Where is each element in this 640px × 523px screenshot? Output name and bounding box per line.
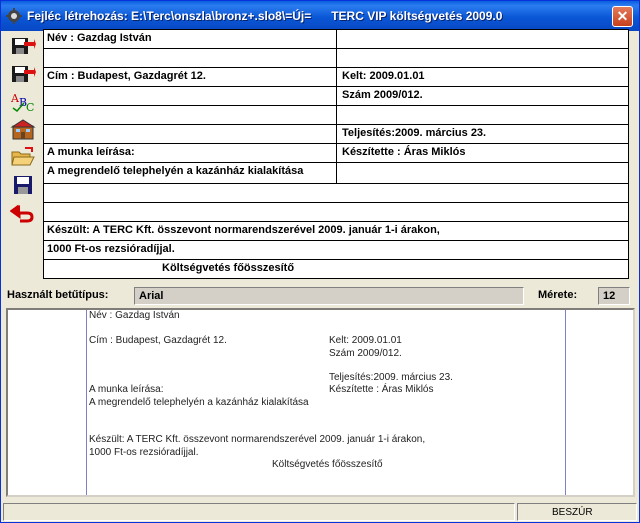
close-button[interactable]: ✕ xyxy=(612,6,633,27)
form-row-keszult-2[interactable]: 1000 Ft-os rezsióradíjjal. xyxy=(44,241,628,260)
form-row-nev[interactable]: Név : Gazdag István xyxy=(44,30,628,49)
save-button[interactable] xyxy=(9,173,37,197)
teljesites-field[interactable]: Teljesítés:2009. március 23. xyxy=(342,127,486,139)
spellcheck-icon: A B C xyxy=(10,92,34,112)
preview-teljesites: Teljesítés:2009. március 23. xyxy=(329,372,453,383)
form-row-szam[interactable]: Szám 2009/012. xyxy=(44,87,628,106)
font-value: Arial xyxy=(139,290,164,302)
spellcheck-button[interactable]: A B C xyxy=(9,89,37,113)
nev-field[interactable]: Név : Gazdag István xyxy=(47,32,152,44)
title-bar[interactable]: Fejléc létrehozás: E:\Terc\onszla\bronz+… xyxy=(1,1,639,31)
open-folder-icon xyxy=(11,147,35,166)
window-title-path: Fejléc létrehozás: E:\Terc\onszla\bronz+… xyxy=(27,9,312,23)
cim-field[interactable]: Cím : Budapest, Gazdagrét 12. xyxy=(47,70,206,82)
preview-nev: Név : Gazdag István xyxy=(89,310,180,321)
preview-cim: Cím : Budapest, Gazdagrét 12. xyxy=(89,335,227,346)
save-icon xyxy=(14,176,32,194)
save-template-button[interactable] xyxy=(9,61,37,85)
preview-keszult-1: Készült: A TERC Kft. összevont normarend… xyxy=(89,434,426,445)
preview-keszitette: Készítette : Áras Miklós xyxy=(329,384,434,395)
form-row-keszult-1[interactable]: Készült: A TERC Kft. összevont normarend… xyxy=(44,222,628,241)
form-row-empty-1[interactable] xyxy=(44,49,628,68)
app-icon xyxy=(6,8,22,24)
form-row-cim[interactable]: Cím : Budapest, Gazdagrét 12. Kelt: 2009… xyxy=(44,68,628,87)
font-selector[interactable]: Arial xyxy=(134,287,524,305)
print-preview: Név : Gazdag István Cím : Budapest, Gazd… xyxy=(6,308,635,497)
insert-mode-indicator: BESZÚR xyxy=(552,507,593,518)
preview-munka-label: A munka leírása: xyxy=(89,384,164,395)
status-pane-mode: BESZÚR xyxy=(517,503,637,521)
window-title-app: TERC VIP költségvetés 2009.0 xyxy=(331,9,503,23)
form-row-empty-4[interactable] xyxy=(44,203,628,222)
status-pane-main xyxy=(3,503,515,521)
keszult-line-1[interactable]: Készült: A TERC Kft. összevont normarend… xyxy=(47,224,440,236)
svg-text:C: C xyxy=(26,101,34,112)
save-template-icon xyxy=(12,66,36,82)
main-window: Fejléc létrehozás: E:\Terc\onszla\bronz+… xyxy=(0,0,640,523)
keszult-line-2[interactable]: 1000 Ft-os rezsióradíjjal. xyxy=(47,243,175,255)
keszitette-field[interactable]: Készítette : Áras Miklós xyxy=(342,146,465,158)
header-form: Név : Gazdag István Cím : Budapest, Gazd… xyxy=(43,29,629,279)
preview-szam: Szám 2009/012. xyxy=(329,348,402,359)
building-button[interactable] xyxy=(9,117,37,141)
munka-desc-field[interactable]: A megrendelő telephelyén a kazánház kial… xyxy=(47,165,303,177)
preview-left-margin xyxy=(86,310,87,495)
preview-keszult-2: 1000 Ft-os rezsióradíjjal. xyxy=(89,447,199,458)
kelt-field[interactable]: Kelt: 2009.01.01 xyxy=(342,70,425,82)
preview-footer-title: Költségvetés főösszesítő xyxy=(272,459,383,470)
preview-right-margin xyxy=(565,310,566,495)
form-row-empty-3[interactable] xyxy=(44,184,628,203)
status-bar: BESZÚR xyxy=(1,501,639,522)
szam-field[interactable]: Szám 2009/012. xyxy=(342,89,423,101)
form-row-teljesites[interactable]: Teljesítés:2009. március 23. xyxy=(44,125,628,144)
form-row-empty-2[interactable] xyxy=(44,106,628,125)
font-bar: Használt betűtípus: Arial Mérete: 12 xyxy=(1,286,639,306)
footer-title-field[interactable]: Költségvetés főösszesítő xyxy=(162,262,294,274)
size-selector[interactable]: 12 xyxy=(598,287,630,305)
preview-munka-desc: A megrendelő telephelyén a kazánház kial… xyxy=(89,397,309,408)
window-title: Fejléc létrehozás: E:\Terc\onszla\bronz+… xyxy=(27,9,502,23)
font-label: Használt betűtípus: xyxy=(7,289,109,301)
undo-arrow-icon xyxy=(10,204,34,223)
form-row-munka-desc[interactable]: A megrendelő telephelyén a kazánház kial… xyxy=(44,163,628,184)
save-as-icon xyxy=(12,38,36,54)
size-label: Mérete: xyxy=(538,289,578,301)
open-folder-button[interactable] xyxy=(9,145,37,169)
building-icon xyxy=(10,119,36,140)
undo-button[interactable] xyxy=(9,201,37,225)
form-row-footer[interactable]: Költségvetés főösszesítő xyxy=(44,260,628,278)
save-as-button[interactable] xyxy=(9,33,37,57)
munka-label-field[interactable]: A munka leírása: xyxy=(47,146,135,158)
form-row-munka[interactable]: A munka leírása: Készítette : Áras Mikló… xyxy=(44,144,628,163)
preview-kelt: Kelt: 2009.01.01 xyxy=(329,335,402,346)
size-value: 12 xyxy=(603,290,616,302)
